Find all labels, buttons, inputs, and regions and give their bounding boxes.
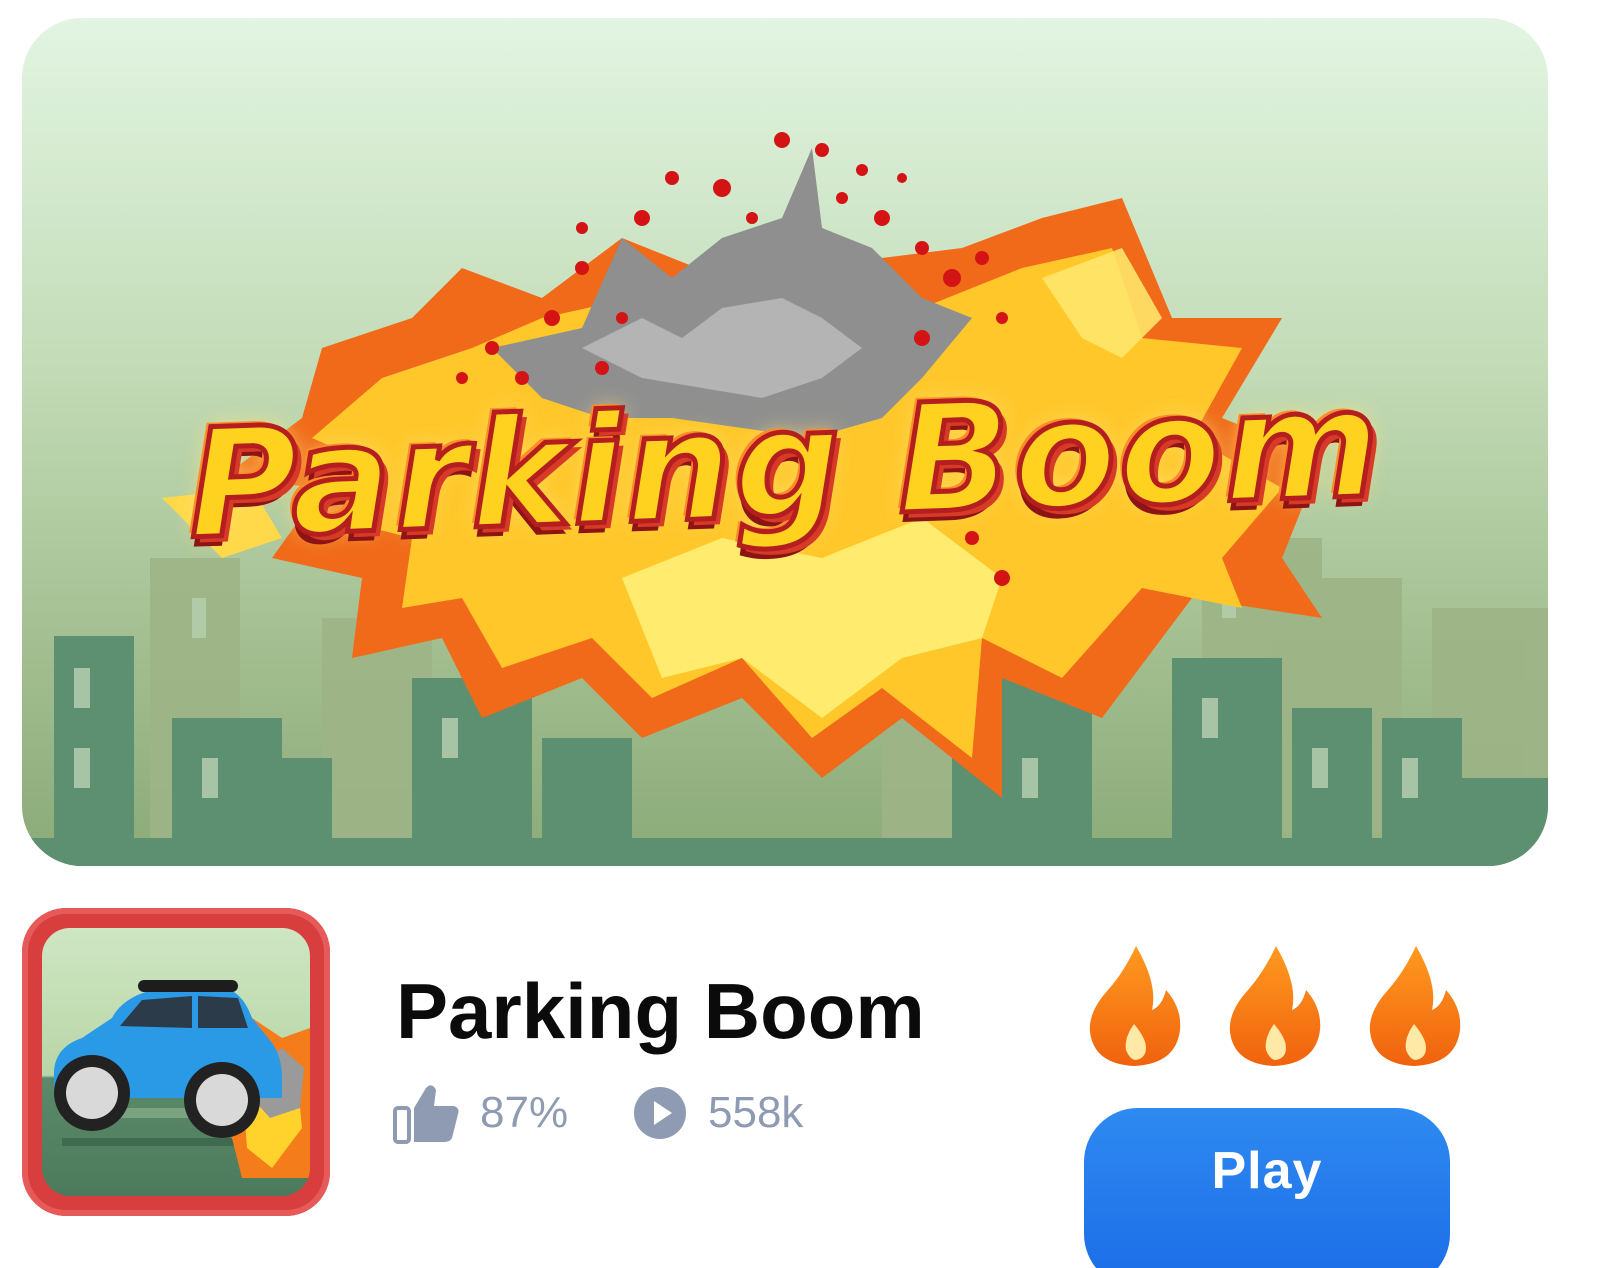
play-count-stat: 558k	[632, 1082, 803, 1144]
flame-icon	[1229, 946, 1321, 1066]
like-rate-value: 87%	[480, 1088, 569, 1137]
game-detail-page: Parking Boom Parking Boom 87% 558k Play	[0, 0, 1604, 1268]
flame-icon	[1089, 946, 1181, 1066]
game-banner[interactable]: Parking Boom	[22, 18, 1548, 866]
flame-rating	[1084, 944, 1464, 1068]
flame-icon	[1369, 946, 1461, 1066]
game-app-icon[interactable]	[22, 908, 330, 1216]
app-icon-artwork	[42, 928, 310, 1196]
play-circle-icon	[632, 1082, 688, 1144]
game-title: Parking Boom	[396, 967, 925, 1055]
car-icon	[53, 980, 310, 1178]
thumbs-up-icon	[392, 1082, 462, 1144]
like-rate-stat: 87%	[392, 1082, 568, 1144]
play-count-value: 558k	[708, 1088, 804, 1137]
play-button[interactable]: Play	[1084, 1108, 1450, 1268]
